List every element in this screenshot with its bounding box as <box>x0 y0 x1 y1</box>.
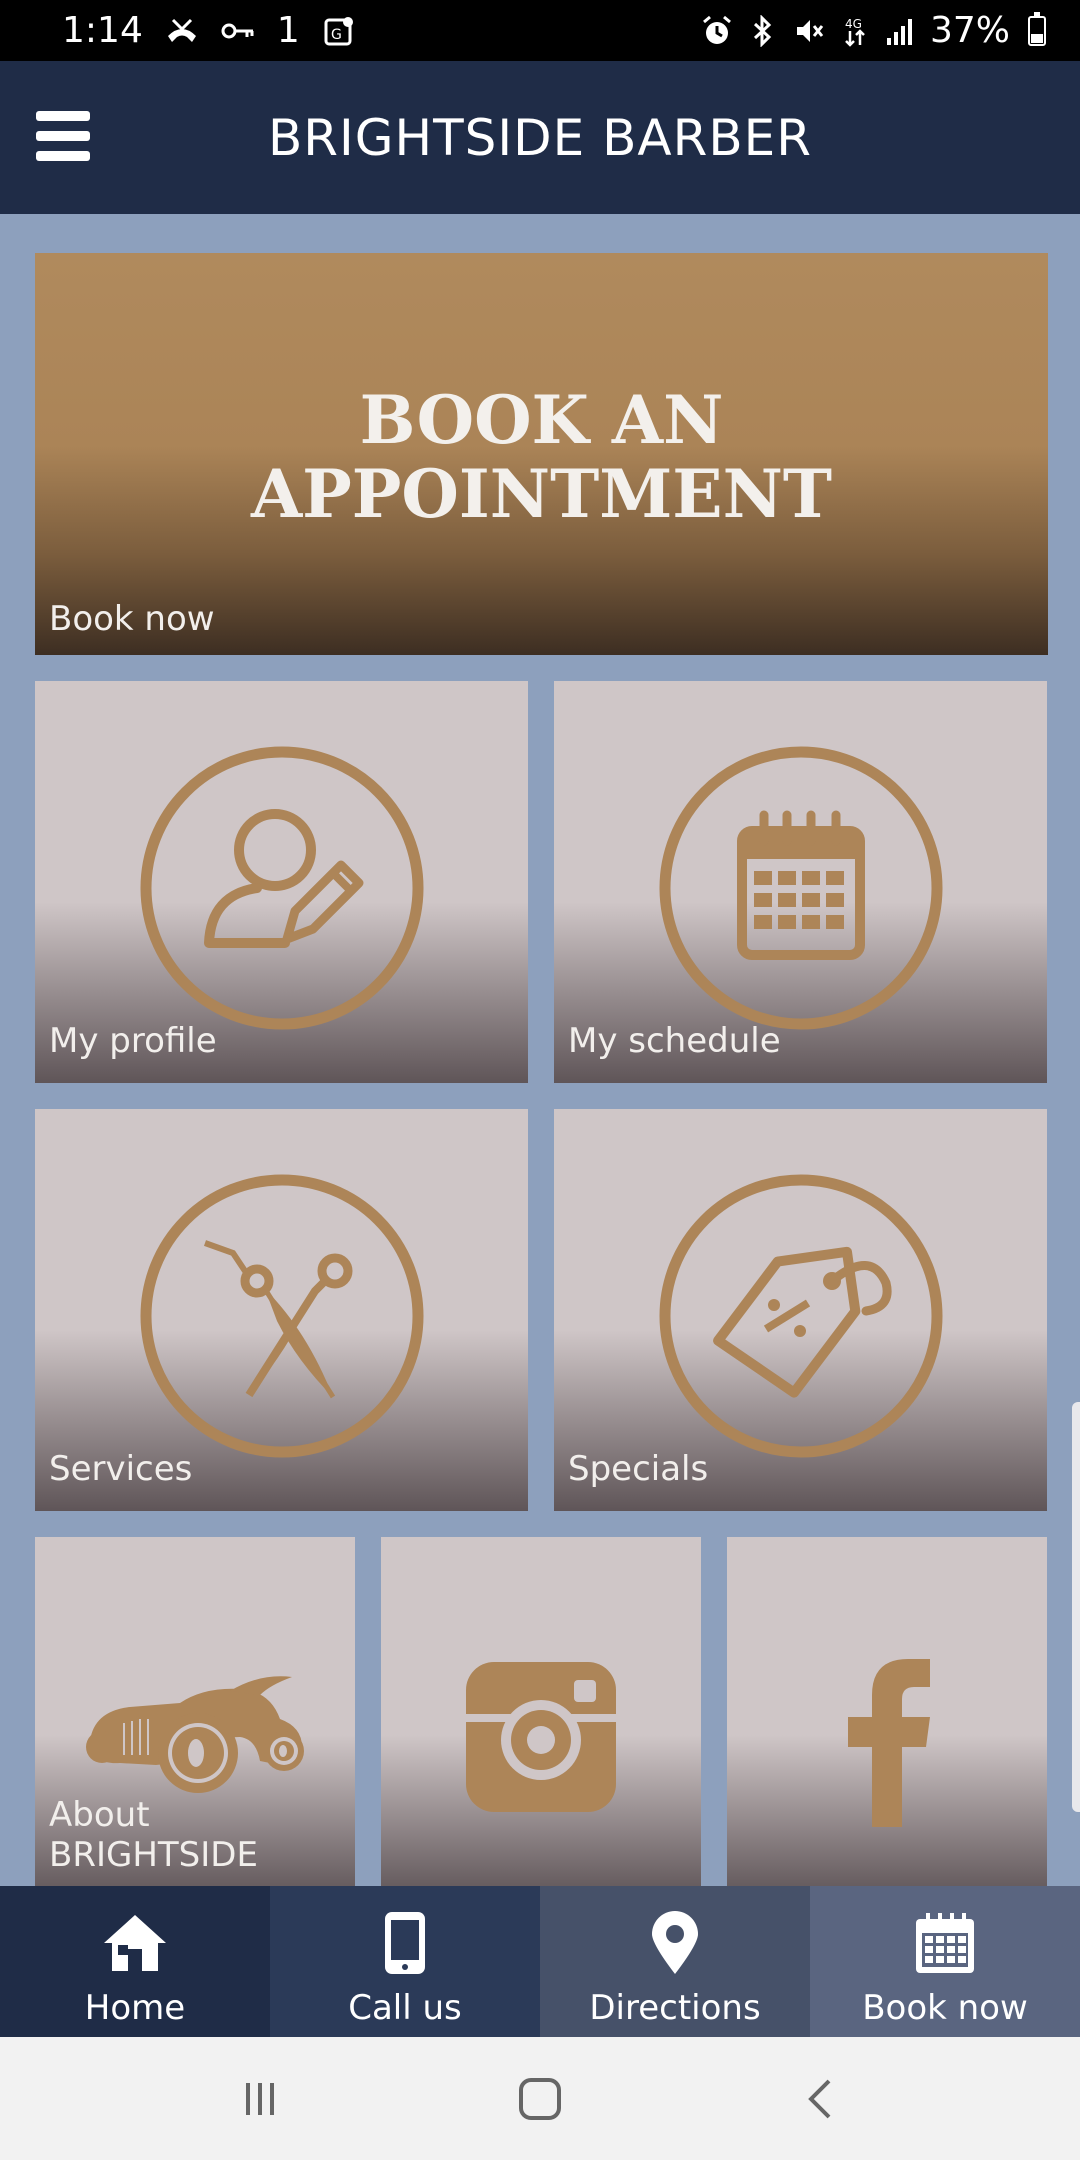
map-pin-icon <box>652 1911 698 1974</box>
tile-label: My schedule <box>568 1021 781 1061</box>
signal-icon <box>884 14 918 48</box>
tile-label: About BRIGHTSIDE <box>49 1795 258 1875</box>
tile-services[interactable]: Services <box>35 1109 528 1511</box>
hot-rod-car-icon <box>86 1676 304 1793</box>
banner-label: Book now <box>49 599 215 639</box>
banner-heading: BOOK AN APPOINTMENT <box>35 383 1048 531</box>
tile-my-profile[interactable]: My profile <box>35 681 528 1083</box>
nav-book-now[interactable]: Book now <box>810 1886 1080 2037</box>
scroll-indicator[interactable] <box>1072 1402 1080 1812</box>
bottom-nav: Home Call us Directions Book now <box>0 1886 1080 2037</box>
status-notification-count: 1 <box>276 10 300 51</box>
vpn-key-icon <box>221 14 255 48</box>
tile-label: Services <box>49 1449 193 1489</box>
user-edit-icon <box>140 746 423 1030</box>
home-button[interactable] <box>500 2069 580 2129</box>
data-4g-icon: 4G <box>838 14 872 48</box>
book-appointment-banner[interactable]: BOOK AN APPOINTMENT Book now <box>35 253 1048 655</box>
recent-apps-icon <box>246 2082 274 2115</box>
battery-icon <box>1028 11 1046 46</box>
hamburger-menu-icon[interactable] <box>36 111 90 161</box>
tile-label: Specials <box>568 1449 709 1489</box>
app-bar: BRIGHTSIDE BARBER <box>0 61 1080 214</box>
tile-my-schedule[interactable]: My schedule <box>554 681 1047 1083</box>
tile-instagram[interactable] <box>381 1537 701 1897</box>
banner-heading-line2: APPOINTMENT <box>250 455 833 533</box>
nav-label: Directions <box>589 1988 761 2028</box>
status-bar: 1:14 1 G 4G 37% <box>0 0 1080 61</box>
svg-text:4G: 4G <box>845 17 862 31</box>
alarm-icon <box>700 14 734 48</box>
app-title: BRIGHTSIDE BARBER <box>267 108 813 167</box>
back-button[interactable] <box>780 2069 860 2129</box>
bluetooth-icon <box>746 14 780 48</box>
svg-text:G: G <box>331 27 342 43</box>
banner-heading-line1: BOOK AN <box>359 381 724 459</box>
back-chevron-icon <box>808 2079 831 2118</box>
mute-icon <box>792 14 826 48</box>
tile-specials[interactable]: Specials <box>554 1109 1047 1511</box>
nav-directions[interactable]: Directions <box>540 1886 810 2037</box>
app-screen: 1:14 1 G 4G 37% BRIGHTSIDE BARBER BOOK A… <box>0 0 1080 2160</box>
tile-facebook[interactable] <box>727 1537 1047 1897</box>
status-time: 1:14 <box>62 10 143 51</box>
nav-home[interactable]: Home <box>0 1886 270 2037</box>
price-tag-icon <box>659 1174 942 1458</box>
calendar-icon <box>659 746 942 1030</box>
nav-call-us[interactable]: Call us <box>270 1886 540 2037</box>
calendar-icon <box>916 1913 974 1973</box>
scissors-icon <box>140 1174 423 1458</box>
instagram-icon <box>466 1662 616 1812</box>
maps-icon: G <box>322 14 356 48</box>
battery-percent: 37% <box>929 10 1010 51</box>
phone-icon <box>385 1912 425 1974</box>
home-icon <box>104 1915 166 1971</box>
system-nav-bar <box>0 2037 1080 2160</box>
nav-label: Book now <box>862 1988 1028 2028</box>
home-square-icon <box>519 2077 561 2120</box>
recent-apps-button[interactable] <box>220 2069 300 2129</box>
nav-label: Call us <box>348 1988 462 2028</box>
missed-call-icon <box>165 14 199 48</box>
tile-about[interactable]: About BRIGHTSIDE <box>35 1537 355 1897</box>
nav-label: Home <box>84 1988 186 2028</box>
tile-label: My profile <box>49 1021 217 1061</box>
facebook-icon <box>848 1659 930 1827</box>
